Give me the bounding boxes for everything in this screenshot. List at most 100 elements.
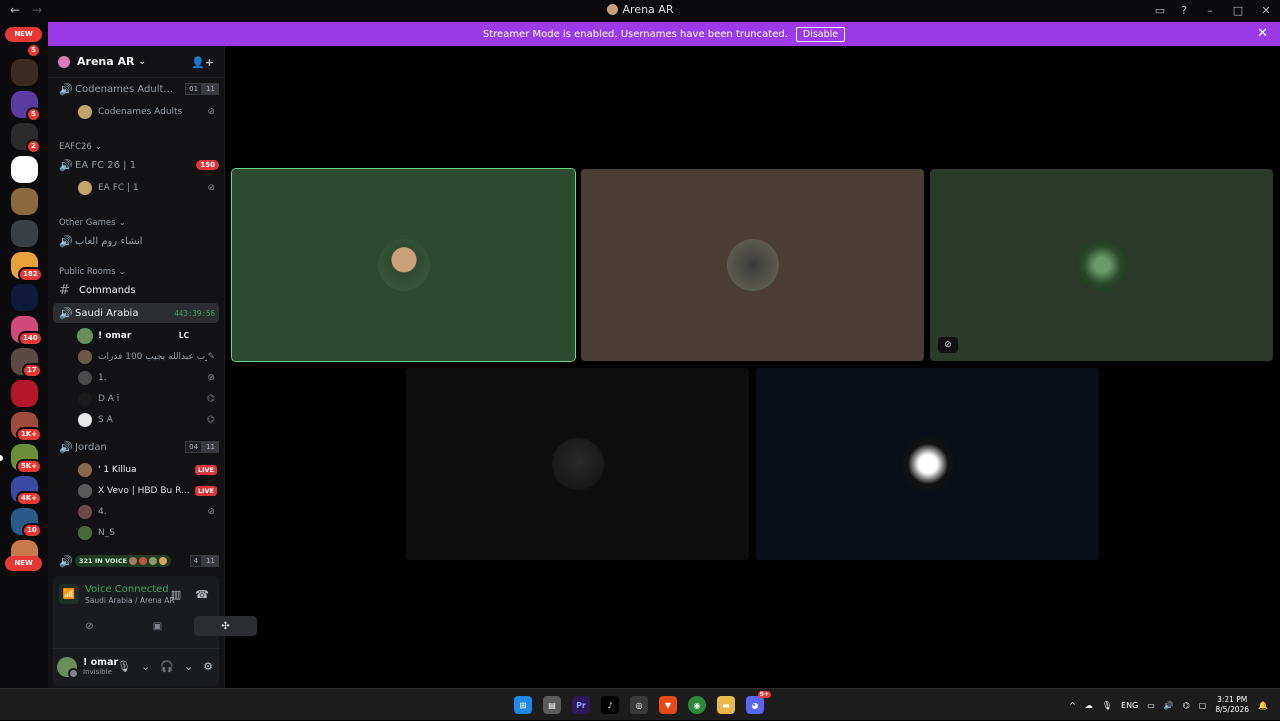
server-icon[interactable] [11, 156, 38, 183]
chat-icon[interactable]: ▢ [1199, 701, 1207, 710]
voice-user[interactable]: 1. ⊘ [53, 367, 219, 388]
guild-header[interactable]: Arena AR ⌄ 👤+ [48, 46, 224, 78]
user-avatar[interactable] [57, 656, 79, 679]
chrome-icon[interactable]: ◉ [688, 696, 706, 714]
user-controls: 🎙 ⌄ 🎧 ⌄ ⚙ [117, 660, 213, 673]
close-window-button[interactable]: ✕ [1252, 0, 1280, 21]
speaker-icon: 🔊 [59, 306, 73, 320]
voice-user[interactable]: يارب عبدالله يجيب 100 فدرات ! ✎ [53, 346, 219, 367]
voice-user[interactable]: Ⅹ Vevo | HBD Bu R... LIVE [53, 480, 219, 501]
camera-off-icon: ⊘ [938, 337, 958, 353]
voice-channel-create-room[interactable]: 🔊 انشاء روم العاب [53, 231, 219, 251]
channel-timer: 443:39:56 [174, 308, 215, 318]
participant-tile[interactable] [581, 169, 924, 361]
voice-panel: 📶 Voice Connected Saudi Arabia / Arena A… [53, 576, 257, 686]
notification-badge: 182 [18, 267, 43, 282]
category-public-rooms[interactable]: Public Rooms ⌄ [53, 265, 219, 279]
tiktok-icon[interactable]: ♪ [601, 696, 619, 714]
microphone-icon[interactable]: 🎙 [1102, 701, 1112, 710]
server-icon[interactable] [11, 59, 38, 86]
voice-user[interactable]: ! omar LC [53, 325, 219, 346]
notification-badge: 140 [18, 331, 43, 346]
signal-icon[interactable]: 📶 [59, 584, 79, 604]
notification-badge: 4K+ [16, 491, 43, 506]
chevron-down-icon[interactable]: ⌄ [141, 660, 150, 673]
participant-tile[interactable] [231, 168, 576, 362]
avatar [78, 180, 92, 195]
system-tray: ^ ☁ 🎙 ENG ▭ 🔊 ⌬ ▢ 3:21 PM 8/5/2026 🔔 [1069, 689, 1280, 721]
brave-icon[interactable]: ▼ [659, 696, 677, 714]
notification-badge: 17 [22, 363, 42, 378]
microphone-icon[interactable]: 🎙 [117, 660, 131, 673]
text-channel-commands[interactable]: # Commands [53, 280, 219, 300]
deafened-icon: ⊘ [207, 106, 215, 117]
voice-user[interactable]: ' 1 Killua LIVE [53, 459, 219, 480]
unread-pill [0, 455, 3, 461]
network-icon[interactable]: ⌬ [1183, 701, 1190, 710]
user-count: 01 11 [185, 83, 219, 95]
task-view-icon[interactable]: ▤ [543, 696, 561, 714]
voice-user[interactable]: EA FC | 1 ⊘ [53, 177, 219, 198]
voice-channel-jordan[interactable]: 🔊 Jordan 04 11 [53, 437, 219, 457]
voice-channel-eafc[interactable]: 🔊 EA FC 26 | 1 150 [53, 155, 219, 175]
voice-channel-codenames[interactable]: 🔊 Codenames Adult... 01 11 [53, 79, 219, 99]
user-panel: ! omar Invisible 🎙 ⌄ 🎧 ⌄ ⚙ [53, 648, 219, 684]
avatar [78, 349, 92, 364]
activity-icon: ✎ [207, 351, 215, 362]
participant-avatar [1075, 239, 1128, 291]
chevron-down-icon[interactable]: ⌄ [184, 660, 193, 673]
voice-user[interactable]: D A i ⌬ [53, 388, 219, 409]
deafened-icon: ⊘ [207, 372, 215, 383]
activities-button[interactable]: ✣ [194, 616, 257, 636]
category-eafc26[interactable]: EAFC26 ⌄ [53, 140, 219, 154]
voice-user[interactable]: Codenames Adults ⊘ [53, 101, 219, 122]
speaker-icon: 🔊 [59, 234, 73, 248]
inbox-icon[interactable]: ▭ [1148, 0, 1172, 21]
settings-gear-icon[interactable]: ⚙ [203, 660, 213, 673]
help-icon[interactable]: ? [1172, 0, 1196, 21]
camera-off-button[interactable]: ⊘ [58, 616, 121, 636]
participant-tile[interactable] [406, 368, 749, 560]
disconnect-icon[interactable]: ☎ [195, 588, 209, 601]
app-icon[interactable]: ◎ [630, 696, 648, 714]
close-banner-icon[interactable]: ✕ [1257, 26, 1268, 41]
screen-share-button[interactable]: ▣ [126, 616, 189, 636]
voice-user[interactable]: S A ⌬ [53, 409, 219, 430]
disable-button[interactable]: Disable [795, 26, 846, 42]
in-voice-pill: 321 IN VOICE [75, 555, 172, 567]
participant-tile[interactable] [756, 368, 1099, 560]
noise-suppression-icon[interactable]: ▥ [171, 588, 181, 601]
file-explorer-icon[interactable]: ▬ [717, 696, 735, 714]
avatar [78, 483, 92, 498]
avatar [78, 328, 92, 343]
windows-start-icon[interactable]: ⊞ [514, 696, 532, 714]
battery-icon[interactable]: ▭ [1147, 701, 1155, 710]
server-icon[interactable] [11, 220, 38, 247]
minimize-button[interactable]: – [1196, 0, 1224, 21]
participant-tile[interactable]: ⊘ [930, 169, 1273, 361]
participant-avatar [901, 438, 954, 490]
cloud-icon[interactable]: ☁ [1085, 701, 1093, 710]
invite-people-icon[interactable]: 👤+ [191, 56, 214, 69]
premiere-icon[interactable]: Pr [572, 696, 590, 714]
voice-user[interactable]: 4. ⊘ [53, 501, 219, 522]
discord-icon[interactable]: ◕ 9+ [746, 691, 771, 714]
avatar [78, 391, 92, 406]
category-other-games[interactable]: Other Games ⌄ [53, 216, 219, 230]
notifications-icon[interactable]: 🔔 [1258, 701, 1268, 710]
voice-channel-collapsed[interactable]: 🔊 321 IN VOICE 4 11 [53, 551, 219, 571]
server-icon[interactable] [11, 284, 38, 311]
headphones-icon[interactable]: 🎧 [160, 660, 174, 673]
new-badge: NEW [5, 27, 42, 42]
chevron-up-icon[interactable]: ^ [1069, 701, 1076, 710]
clock[interactable]: 3:21 PM 8/5/2026 [1215, 695, 1249, 715]
volume-icon[interactable]: 🔊 [1164, 701, 1174, 710]
voice-user[interactable]: N_S [53, 522, 219, 543]
server-icon[interactable] [11, 188, 38, 215]
server-icon[interactable] [11, 380, 38, 407]
maximize-button[interactable]: □ [1224, 0, 1252, 21]
language-indicator[interactable]: ENG [1121, 701, 1138, 710]
voice-channel-saudi-arabia[interactable]: 🔊 Saudi Arabia 443:39:56 [53, 303, 219, 323]
clan-tag: LC [178, 331, 189, 340]
deafened-icon: ⊘ [207, 506, 215, 517]
